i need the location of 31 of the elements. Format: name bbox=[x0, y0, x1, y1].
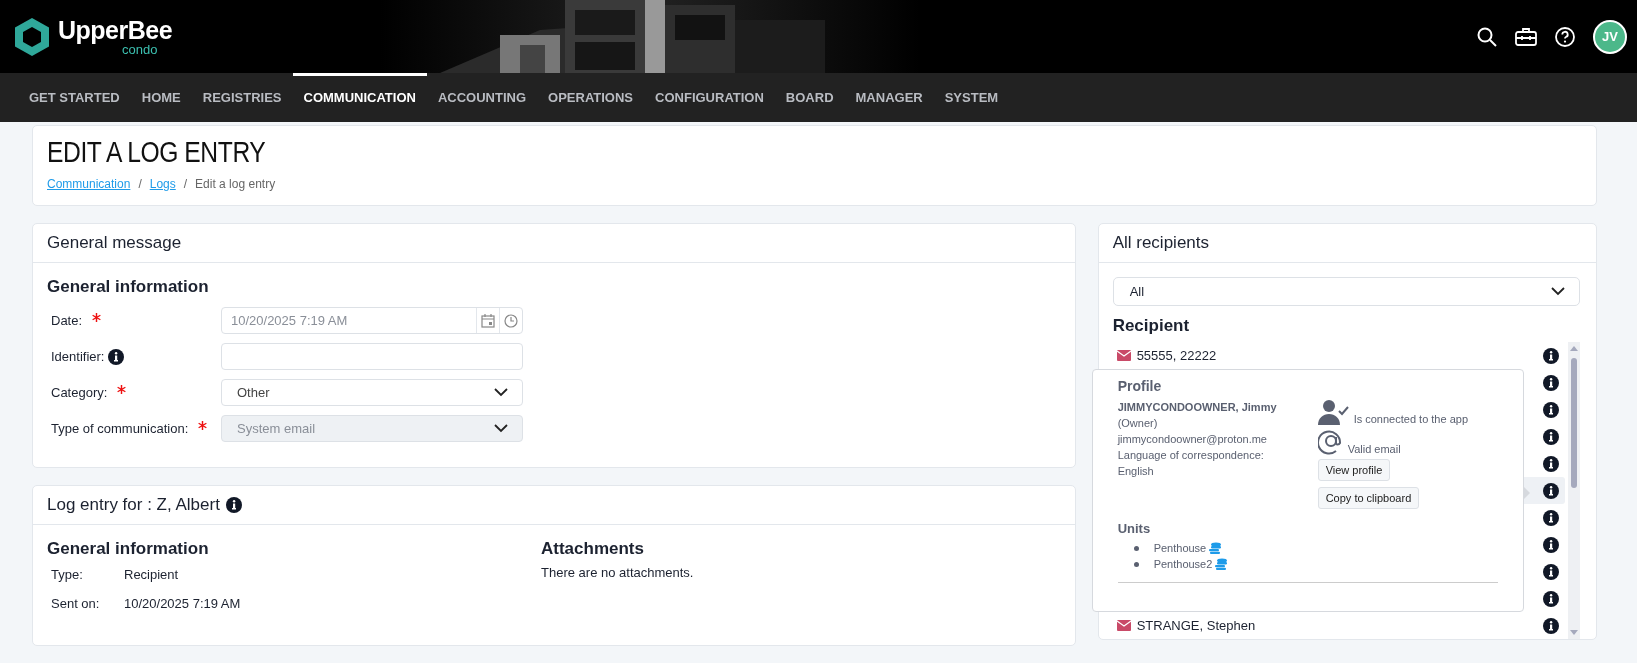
field-label: Type of communication: bbox=[51, 421, 189, 436]
detail-value: 10/20/2025 7:19 AM bbox=[124, 596, 241, 611]
field-label: Identifier: bbox=[51, 348, 105, 364]
breadcrumb-separator: / bbox=[183, 177, 188, 191]
language-value: English bbox=[1117, 464, 1155, 479]
language-label: Language of correspondence: bbox=[1117, 448, 1265, 463]
section-title: General information bbox=[47, 539, 210, 559]
empty-message: There are no attachments. bbox=[541, 565, 694, 580]
breadcrumb-current: Edit a log entry bbox=[195, 177, 276, 191]
detail-label: Sent on: bbox=[51, 596, 101, 611]
popover-title: Profile bbox=[1117, 378, 1163, 394]
logo-tagline: condo bbox=[122, 42, 158, 56]
profile-name: JIMMYCONDOOWNER, Jimmy bbox=[1117, 400, 1278, 415]
profile-email: jimmycondoowner@proton.me bbox=[1117, 432, 1268, 447]
detail-value: Recipient bbox=[124, 567, 179, 582]
section-title: General information bbox=[47, 277, 210, 297]
status-text: Is connected to the app bbox=[1353, 413, 1468, 425]
section-title: Attachments bbox=[541, 539, 645, 559]
card-title: Log entry for : Z, Albert bbox=[47, 495, 220, 515]
page-title: EDIT A LOG ENTRY bbox=[47, 136, 267, 169]
card-title: All recipients bbox=[1112, 233, 1209, 253]
field-label: Category: bbox=[51, 385, 108, 400]
card-title: General message bbox=[47, 233, 182, 253]
field-label: Date: bbox=[51, 313, 83, 328]
units-title: Units bbox=[1117, 521, 1152, 536]
breadcrumb-separator: / bbox=[138, 177, 142, 191]
status-text: Valid email bbox=[1347, 443, 1401, 455]
detail-label: Type: bbox=[51, 567, 84, 582]
profile-role: (Owner) bbox=[1117, 416, 1159, 431]
section-title: Recipient bbox=[1112, 316, 1191, 336]
logo-text: UpperBee bbox=[58, 17, 173, 43]
